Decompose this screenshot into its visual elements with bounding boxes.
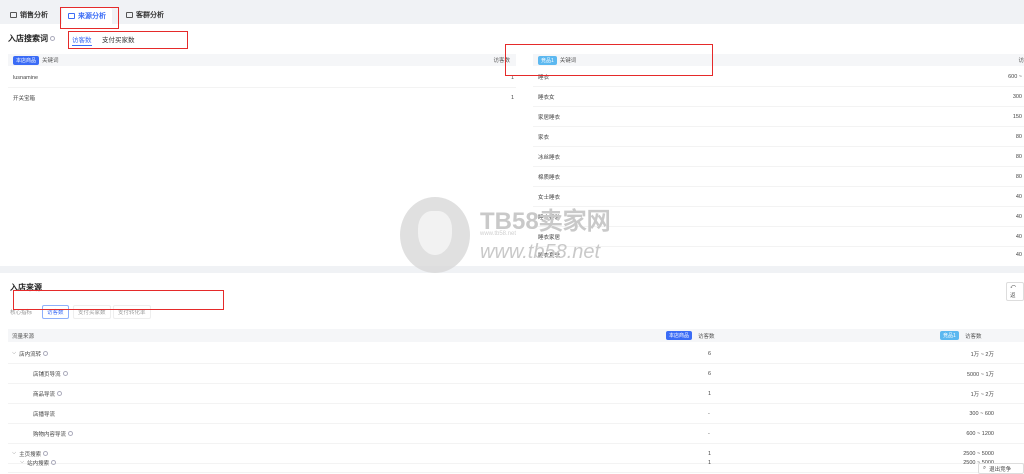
col-keyword: 关键词 [42,58,59,64]
table-row[interactable]: 商品导流 1 1万 ~ 2万 [8,384,1024,404]
value-cell: 600 ~ [1008,73,1022,80]
table-row: 冰丝睡衣 80 [533,147,1024,167]
table-row: 家居睡衣 150 [533,107,1024,127]
table-row: 开关宝箱 1 [8,88,516,108]
table-row[interactable]: 店铺页导流 6 5000 ~ 1万 [8,364,1024,384]
source-name: 购物内容导流 [33,431,67,438]
section-title-text: 入店搜索词 [8,34,48,43]
help-icon[interactable] [57,391,63,396]
keyword-cell: 家居睡衣 [538,114,561,121]
expand-chevron-icon[interactable]: ⌵ [12,350,16,357]
watermark-small: www.tb58.net [480,231,517,237]
left-table-header: 本店商品 关键词 访客数 [8,54,516,66]
help-icon[interactable] [43,351,49,356]
table-row[interactable]: ⌵ 店内流转 6 1万 ~ 2万 [8,344,1024,364]
section-title-search: 入店搜索词 [8,33,55,44]
value-cell: 40 [1015,193,1022,200]
exit-compare-label: 退出竞争 [989,466,1012,473]
competitor-value: 5000 ~ 1万 [966,371,994,378]
value-cell: 1 [510,95,514,101]
value-cell: 40 [1015,233,1022,240]
source-name: 商品导流 [33,391,56,398]
own-value: 1 [708,390,712,397]
col-visitors: 访 [1018,58,1024,64]
source-name: 店播导流 [33,411,56,418]
tab-label: 销售分析 [20,12,48,19]
competitor-value: 1万 ~ 2万 [970,351,994,358]
help-icon[interactable] [50,36,55,41]
col-competitor-visitors: 访客数 [965,333,982,340]
table-row[interactable]: 店播导流 - 300 ~ 600 [8,404,1024,424]
back-label: 返 [1010,293,1016,299]
own-value: 1 [708,459,712,466]
competitor-value: 300 ~ 600 [969,410,994,417]
keyword-cell: 冰丝睡衣 [538,154,561,161]
table-row: 睡衣女 300 [533,87,1024,107]
keyword-cell: 棉质睡衣 [538,174,561,181]
top-tab-bar: 销售分析 来源分析 客群分析 [0,0,1024,24]
highlight-box-tab [60,7,119,29]
tab-sales-analysis[interactable]: 销售分析 [10,8,48,22]
help-icon[interactable] [68,431,74,436]
table-row: lusnamine 1 [8,68,516,88]
table-row: 家衣 80 [533,127,1024,147]
own-value: - [708,410,710,417]
competitor-value: 1万 ~ 2万 [970,391,994,398]
source-name: 站内搜索 [27,460,50,467]
source-name: 店内流转 [19,351,42,358]
competitor-value: 600 ~ 1200 [966,430,994,437]
expand-chevron-icon[interactable]: ⌵ [20,459,24,466]
table-row[interactable]: ⌵ 站内搜索 1 2500 ~ 5000 [8,453,1024,473]
keyword-cell: lusnamine [13,74,39,81]
value-cell: 80 [1015,133,1022,140]
people-icon [126,12,133,18]
search-icon: ⌕ [983,465,987,471]
own-value: 6 [708,350,712,357]
help-icon[interactable] [62,371,68,376]
help-icon[interactable] [51,460,57,465]
value-cell: 40 [1015,213,1022,220]
watermark: TB58卖家网 www.tb58.net www.tb58.net [400,197,630,277]
col-traffic-source: 流量来源 [12,333,35,340]
value-cell: 150 [1012,113,1022,120]
back-button[interactable]: ⤺ 返 [1006,282,1024,301]
tab-customer-analysis[interactable]: 客群分析 [126,8,164,22]
highlight-box-competitor [505,44,713,76]
source-table-header: 流量来源 本店商品 访客数 竞品1 访客数 [8,329,1024,342]
source-name: 店铺页导流 [33,371,61,378]
col-own-visitors: 访客数 [698,333,715,340]
value-cell: 80 [1015,173,1022,180]
watermark-hand-logo-icon [400,197,470,273]
own-value: - [708,430,710,437]
own-product-badge: 本店商品 [666,331,693,340]
value-cell: 300 [1012,93,1022,100]
keyword-cell: 家衣 [538,134,550,141]
highlight-box-subtabs [68,31,188,49]
keyword-cell: 睡衣女 [538,94,555,101]
tab-label: 客群分析 [136,12,164,19]
keyword-cell: 开关宝箱 [13,96,36,102]
highlight-box-source [13,290,224,310]
exit-compare-button[interactable]: ⌕ 退出竞争 [978,463,1024,474]
competitor-badge: 竞品1 [940,331,959,340]
watermark-url: www.tb58.net [480,241,601,263]
value-cell: 40 [1015,252,1022,258]
table-row[interactable]: 购物内容导流 - 600 ~ 1200 [8,424,1024,444]
cart-icon [10,12,17,18]
own-value: 6 [708,370,712,377]
table-row: 棉质睡衣 80 [533,167,1024,187]
own-product-badge: 本店商品 [13,55,40,65]
value-cell: 80 [1015,153,1022,160]
